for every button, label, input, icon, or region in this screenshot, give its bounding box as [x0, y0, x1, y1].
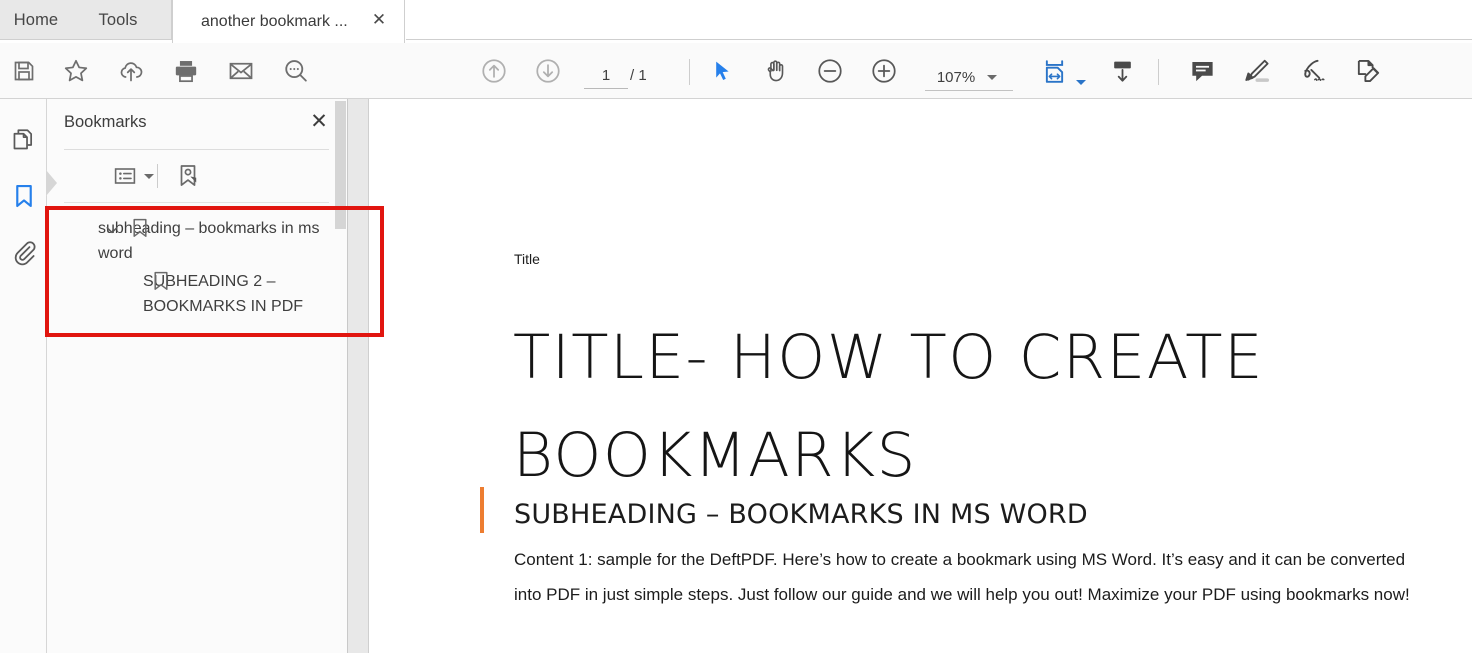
bookmark-options-icon[interactable] — [113, 160, 154, 192]
menu-item-home-label: Home — [13, 10, 59, 29]
document-tab[interactable]: another bookmark ... ✕ — [172, 0, 405, 43]
zoom-out-icon[interactable] — [808, 49, 852, 93]
edit-pdf-icon[interactable] — [1345, 49, 1389, 93]
bookmarks-toolbar-separator — [157, 164, 158, 188]
zoom-in-icon[interactable] — [862, 49, 906, 93]
new-bookmark-icon[interactable] — [175, 160, 201, 192]
document-view[interactable]: Title TITLE- HOW TO CREATE BOOKMARKS SUB… — [370, 99, 1472, 653]
email-icon[interactable] — [219, 49, 263, 93]
subheading-accent-bar — [480, 487, 484, 533]
page-number-value: 1 — [601, 67, 611, 84]
main-toolbar: 1 / 1 107% — [0, 43, 1472, 99]
rail-active-indicator — [46, 170, 57, 196]
tab-bar-filler — [406, 0, 1472, 40]
bookmarks-panel: Bookmarks ✕ subheading – bookmarks in ms… — [47, 99, 348, 653]
fit-width-icon[interactable] — [1032, 49, 1076, 93]
bookmark-item-icon — [152, 271, 170, 291]
document-tab-label: another bookmark ... — [201, 12, 348, 30]
page-up-icon[interactable] — [472, 49, 516, 93]
attachments-icon[interactable] — [3, 229, 45, 275]
zoom-level-select[interactable]: 107% — [925, 65, 1013, 91]
navigation-rail — [0, 99, 47, 653]
toolbar-separator-2 — [1158, 59, 1159, 85]
page-thumbnails-icon[interactable] — [3, 117, 45, 163]
select-tool-icon[interactable] — [700, 49, 744, 93]
menu-item-home[interactable]: Home — [0, 0, 72, 40]
bookmarks-panel-title: Bookmarks — [64, 113, 147, 131]
sign-icon[interactable] — [1290, 49, 1334, 93]
document-subheading: SUBHEADING – BOOKMARKS IN MS WORD — [514, 499, 1088, 530]
bookmarks-panel-toolbar — [47, 150, 348, 202]
scroll-mode-icon[interactable] — [1100, 49, 1144, 93]
menu-item-tools[interactable]: Tools — [80, 0, 156, 40]
bookmarks-panel-scrollbar-thumb[interactable] — [335, 101, 346, 229]
toolbar-separator-1 — [689, 59, 690, 85]
cloud-upload-icon[interactable] — [109, 49, 153, 93]
zoom-level-value: 107% — [936, 69, 976, 86]
comment-icon[interactable] — [1180, 49, 1224, 93]
chevron-down-icon[interactable] — [987, 75, 997, 80]
bookmark-item-label[interactable]: SUBHEADING 2 – BOOKMARKS IN PDF — [143, 269, 338, 319]
highlight-icon[interactable] — [1235, 49, 1279, 93]
bookmark-item-icon — [131, 218, 149, 238]
acrobat-reader-window: Home Tools another bookmark ... ✕ 1 / 1 … — [0, 0, 1472, 653]
page-down-icon[interactable] — [526, 49, 570, 93]
chevron-down-icon[interactable] — [144, 173, 154, 179]
document-kicker-text: Title — [514, 251, 540, 267]
save-icon[interactable] — [2, 49, 46, 93]
page-total-label: / 1 — [630, 67, 647, 84]
page-number-input[interactable]: 1 — [584, 65, 628, 89]
bookmarks-toolbar-divider-line — [64, 202, 329, 203]
star-icon[interactable] — [54, 49, 98, 93]
hand-tool-icon[interactable] — [754, 49, 798, 93]
bookmarks-tree: subheading – bookmarks in ms word SUBHEA… — [47, 207, 348, 319]
chevron-down-icon[interactable] — [104, 222, 120, 238]
document-body-paragraph: Content 1: sample for the DeftPDF. Here’… — [514, 550, 1410, 604]
bookmark-tree-item[interactable]: subheading – bookmarks in ms word — [47, 207, 348, 266]
print-icon[interactable] — [164, 49, 208, 93]
document-title: TITLE- HOW TO CREATE BOOKMARKS — [513, 322, 1265, 491]
panel-resize-divider[interactable] — [348, 99, 711, 653]
menu-item-tools-label: Tools — [98, 10, 138, 29]
fit-width-chevron-down-icon[interactable] — [1076, 80, 1086, 85]
search-icon[interactable] — [274, 49, 318, 93]
pdf-page: Title TITLE- HOW TO CREATE BOOKMARKS SUB… — [370, 99, 1472, 653]
bookmark-tree-item[interactable]: SUBHEADING 2 – BOOKMARKS IN PDF — [47, 266, 348, 319]
close-icon[interactable]: ✕ — [370, 11, 388, 29]
close-icon[interactable]: ✕ — [308, 111, 330, 133]
bookmarks-icon[interactable] — [3, 173, 45, 219]
tab-bar: Home Tools another bookmark ... ✕ — [0, 0, 1472, 43]
bookmarks-panel-header: Bookmarks ✕ — [47, 99, 348, 149]
